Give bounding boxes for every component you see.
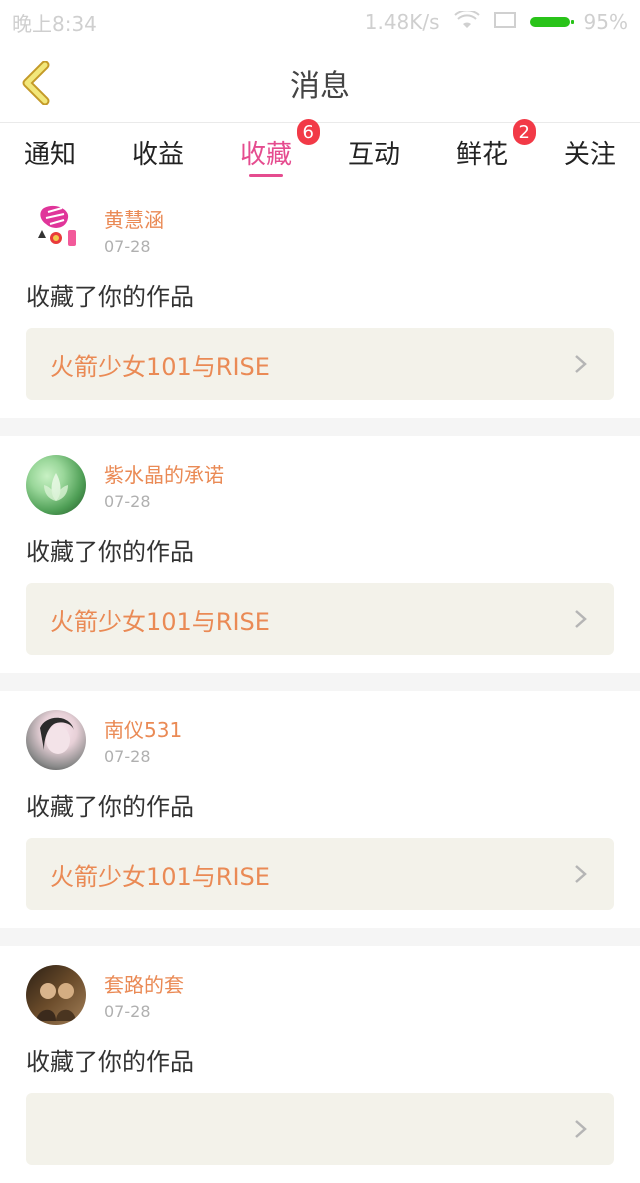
user-info: 紫水晶的承诺 07-28 bbox=[104, 459, 224, 511]
message-date: 07-28 bbox=[104, 492, 151, 511]
message-card: 套路的套 07-28 收藏了你的作品 bbox=[0, 946, 640, 1183]
message-list: 黄慧涵 07-28 收藏了你的作品 火箭少女101与RISE 紫水晶的承诺 07… bbox=[0, 181, 640, 1183]
action-text: 收藏了你的作品 bbox=[26, 538, 194, 566]
tab-label: 鲜花 bbox=[455, 139, 508, 170]
page-title: 消息 bbox=[290, 69, 350, 104]
photo-icon bbox=[36, 983, 76, 1021]
work-link[interactable]: 火箭少女101与RISE bbox=[26, 328, 614, 400]
action-text: 收藏了你的作品 bbox=[26, 793, 194, 821]
user-info: 南仪531 07-28 bbox=[104, 714, 182, 766]
work-link[interactable]: 火箭少女101与RISE bbox=[26, 838, 614, 910]
avatar-logo-icon bbox=[38, 205, 76, 246]
action-text: 收藏了你的作品 bbox=[26, 283, 194, 311]
tab-label: 收藏 bbox=[239, 139, 292, 170]
sim-icon bbox=[493, 10, 516, 34]
flowers-count-badge: 2 bbox=[512, 119, 536, 145]
action-text: 收藏了你的作品 bbox=[26, 1048, 194, 1076]
user-name[interactable]: 套路的套 bbox=[104, 969, 184, 998]
status-time: 晚上8:34 bbox=[12, 11, 97, 36]
card-header: 黄慧涵 07-28 bbox=[26, 199, 614, 261]
tab-label: 通知 bbox=[24, 139, 77, 170]
status-right: 1.48K/s 95% bbox=[364, 9, 628, 34]
card-header: 南仪531 07-28 bbox=[26, 709, 614, 771]
user-info: 套路的套 07-28 bbox=[104, 969, 184, 1021]
message-date: 07-28 bbox=[104, 747, 151, 766]
message-card: 紫水晶的承诺 07-28 收藏了你的作品 火箭少女101与RISE bbox=[0, 436, 640, 673]
card-header: 套路的套 07-28 bbox=[26, 964, 614, 1026]
user-name[interactable]: 黄慧涵 bbox=[104, 204, 164, 233]
back-button[interactable] bbox=[10, 58, 60, 108]
battery-icon bbox=[529, 17, 574, 27]
avatar[interactable] bbox=[26, 200, 86, 260]
tab-notifications[interactable]: 通知 bbox=[24, 123, 76, 181]
user-name[interactable]: 紫水晶的承诺 bbox=[104, 459, 224, 488]
active-tab-indicator bbox=[248, 174, 283, 177]
tab-flowers[interactable]: 鲜花 2 bbox=[455, 119, 536, 181]
message-card: 南仪531 07-28 收藏了你的作品 火箭少女101与RISE bbox=[0, 691, 640, 928]
portrait-icon bbox=[40, 717, 74, 754]
work-title: 火箭少女101与RISE bbox=[50, 607, 270, 636]
work-link[interactable] bbox=[26, 1093, 614, 1165]
lotus-icon bbox=[44, 473, 68, 501]
status-bar: 晚上8:34 1.48K/s 95% bbox=[0, 0, 640, 44]
chevron-right-icon bbox=[572, 1120, 590, 1138]
chevron-right-icon bbox=[572, 610, 590, 628]
battery-percent: 95% bbox=[583, 10, 628, 34]
message-date: 07-28 bbox=[104, 237, 151, 256]
work-link[interactable]: 火箭少女101与RISE bbox=[26, 583, 614, 655]
message-date: 07-28 bbox=[104, 1002, 151, 1021]
tab-earnings[interactable]: 收益 bbox=[132, 123, 184, 181]
tab-favorites[interactable]: 收藏 6 bbox=[239, 119, 320, 181]
user-name[interactable]: 南仪531 bbox=[104, 714, 182, 743]
tab-follow[interactable]: 关注 bbox=[564, 123, 616, 181]
work-title: 火箭少女101与RISE bbox=[50, 352, 270, 381]
network-speed: 1.48K/s bbox=[364, 10, 440, 34]
header-bar: 消息 bbox=[0, 44, 640, 123]
back-arrow-icon bbox=[22, 61, 50, 105]
avatar[interactable] bbox=[26, 455, 86, 515]
tab-label: 互动 bbox=[347, 139, 400, 170]
tab-bar: 通知 收益 收藏 6 互动 鲜花 2 关注 bbox=[0, 119, 640, 181]
avatar[interactable] bbox=[26, 710, 86, 770]
tab-interactions[interactable]: 互动 bbox=[348, 123, 400, 181]
avatar[interactable] bbox=[26, 965, 86, 1025]
message-card: 黄慧涵 07-28 收藏了你的作品 火箭少女101与RISE bbox=[0, 181, 640, 418]
card-header: 紫水晶的承诺 07-28 bbox=[26, 454, 614, 516]
user-info: 黄慧涵 07-28 bbox=[104, 204, 164, 256]
work-title: 火箭少女101与RISE bbox=[50, 862, 270, 891]
wifi-icon bbox=[453, 9, 480, 34]
favorites-count-badge: 6 bbox=[296, 119, 320, 145]
chevron-right-icon bbox=[572, 865, 590, 883]
chevron-right-icon bbox=[572, 355, 590, 373]
tab-label: 关注 bbox=[563, 139, 616, 170]
tab-label: 收益 bbox=[131, 139, 184, 170]
